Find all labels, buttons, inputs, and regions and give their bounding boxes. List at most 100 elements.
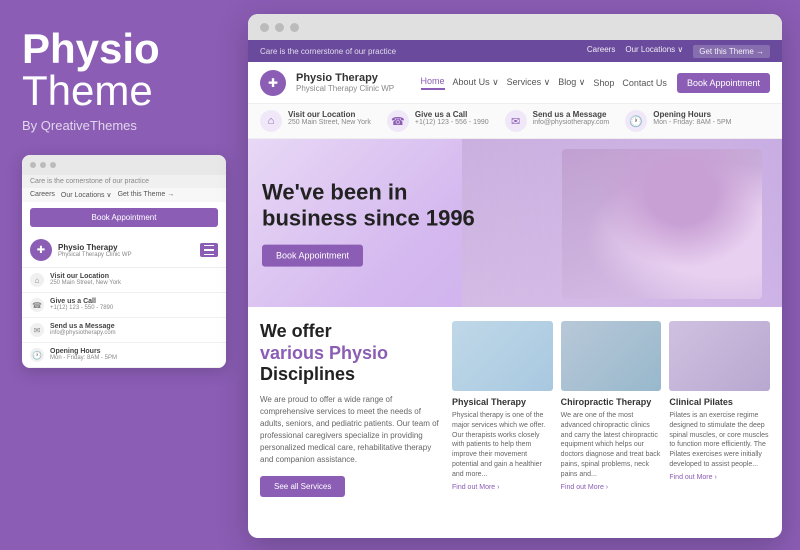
main-browser: Care is the cornerstone of our practice … — [248, 14, 782, 538]
topbar-locations[interactable]: Our Locations ∨ — [625, 45, 683, 58]
mini-phone-label: Give us a Call — [50, 298, 113, 305]
mini-nav-gettheme[interactable]: Get this Theme → — [118, 191, 175, 199]
email-icon: ✉ — [30, 323, 44, 337]
dot-1 — [30, 162, 36, 168]
site-nav: Home About Us ∨ Services ∨ Blog ∨ Shop C… — [421, 76, 667, 90]
mini-nav-careers[interactable]: Careers — [30, 191, 55, 199]
menu-icon[interactable] — [200, 243, 218, 257]
find-out-more-2[interactable]: Find out More › — [561, 484, 662, 491]
see-services-button[interactable]: See all Services — [260, 476, 345, 497]
services-section: We offer various Physio Disciplines We a… — [248, 307, 782, 511]
service-cards: Physical Therapy Physical therapy is one… — [452, 321, 770, 497]
topbar-tagline: Care is the cornerstone of our practice — [260, 47, 587, 56]
mini-hours-label: Opening Hours — [50, 348, 117, 355]
dot-2 — [40, 162, 46, 168]
info-phone-icon: ☎ — [387, 110, 409, 132]
info-email-value: info@physiotherapy.com — [533, 119, 610, 126]
service-card-physical: Physical Therapy Physical therapy is one… — [452, 321, 553, 497]
site-logo-name: Physio Therapy — [296, 72, 394, 84]
services-left: We offer various Physio Disciplines We a… — [260, 321, 440, 497]
mini-brand-sub: Physical Therapy Clinic WP — [58, 252, 132, 258]
mini-header: ✚ Physio Therapy Physical Therapy Clinic… — [22, 233, 226, 268]
services-title-line2: various Physio — [260, 343, 388, 363]
services-title: We offer various Physio Disciplines — [260, 321, 440, 386]
site-logo-icon: ✚ — [260, 70, 286, 96]
info-bar: ⌂ Visit our Location 250 Main Street, Ne… — [248, 104, 782, 139]
topbar-careers[interactable]: Careers — [587, 45, 615, 58]
services-title-line1: We offer — [260, 321, 332, 341]
nav-blog[interactable]: Blog ∨ — [558, 77, 585, 88]
hero-image — [562, 149, 762, 299]
location-icon: ⌂ — [30, 273, 44, 287]
main-dot-1 — [260, 23, 269, 32]
hero-content: We've been in business since 1996 Book A… — [262, 180, 482, 267]
info-location-label: Visit our Location — [288, 110, 371, 119]
site-logo-sub: Physical Therapy Clinic WP — [296, 84, 394, 93]
dot-3 — [50, 162, 56, 168]
mini-topbar-text: Care is the cornerstone of our practice — [22, 175, 226, 188]
nav-services[interactable]: Services ∨ — [507, 77, 551, 88]
menu-line-1 — [204, 245, 214, 247]
clock-icon: 🕐 — [30, 348, 44, 362]
info-location-icon: ⌂ — [260, 110, 282, 132]
info-phone-label: Give us a Call — [415, 110, 489, 119]
service-card-title-3: Clinical Pilates — [669, 397, 770, 407]
nav-home[interactable]: Home — [421, 76, 445, 90]
service-card-title-1: Physical Therapy — [452, 397, 553, 407]
hero-title: We've been in business since 1996 — [262, 180, 482, 233]
nav-contact[interactable]: Contact Us — [622, 78, 667, 88]
brand-theme: Theme — [22, 70, 226, 112]
mini-email-value: info@physiotherapy.com — [50, 330, 116, 336]
nav-about[interactable]: About Us ∨ — [453, 77, 499, 88]
mini-email-label: Send us a Message — [50, 323, 116, 330]
main-browser-bar — [248, 14, 782, 40]
service-card-pilates: Clinical Pilates Pilates is an exercise … — [669, 321, 770, 497]
mini-avatar: ✚ — [30, 239, 52, 261]
mini-book-button[interactable]: Book Appointment — [30, 208, 218, 227]
mini-brand-text: Physio Therapy Physical Therapy Clinic W… — [58, 243, 132, 258]
services-description: We are proud to offer a wide range of co… — [260, 394, 440, 466]
main-dot-3 — [290, 23, 299, 32]
mini-location-value: 250 Main Street, New York — [50, 280, 121, 286]
info-hours-value: Mon - Friday: 8AM - 5PM — [653, 119, 731, 126]
info-email: ✉ Send us a Message info@physiotherapy.c… — [505, 110, 610, 132]
brand-physio: Physio — [22, 28, 226, 70]
menu-line-3 — [204, 254, 214, 256]
mini-phone-value: +1(12) 123 - 550 - 7890 — [50, 305, 113, 311]
info-hours: 🕐 Opening Hours Mon - Friday: 8AM - 5PM — [625, 110, 731, 132]
service-card-desc-3: Pilates is an exercise regime designed t… — [669, 411, 770, 470]
site-header: ✚ Physio Therapy Physical Therapy Clinic… — [248, 62, 782, 104]
info-hours-label: Opening Hours — [653, 110, 731, 119]
brand-heading: Physio Theme By QreativeThemes — [22, 28, 226, 133]
find-out-more-1[interactable]: Find out More › — [452, 484, 553, 491]
header-book-button[interactable]: Book Appointment — [677, 73, 770, 93]
menu-line-2 — [204, 249, 214, 251]
mini-browser-bar — [22, 155, 226, 175]
service-card-desc-2: We are one of the most advanced chiropra… — [561, 411, 662, 480]
info-hours-icon: 🕐 — [625, 110, 647, 132]
mini-nav: Careers Our Locations ∨ Get this Theme → — [22, 188, 226, 202]
mini-location-label: Visit our Location — [50, 273, 121, 280]
mini-email-row: ✉ Send us a Message info@physiotherapy.c… — [22, 318, 226, 343]
hero-image-inner — [562, 149, 762, 299]
services-title-line3: Disciplines — [260, 364, 355, 384]
nav-shop[interactable]: Shop — [593, 78, 614, 88]
find-out-more-3[interactable]: Find out More › — [669, 474, 770, 481]
site-topbar: Care is the cornerstone of our practice … — [248, 40, 782, 62]
info-phone-value: +1(12) 123 - 556 - 1990 — [415, 119, 489, 126]
hero-cta-button[interactable]: Book Appointment — [262, 244, 363, 266]
topbar-nav: Careers Our Locations ∨ Get this Theme → — [587, 45, 770, 58]
main-dot-2 — [275, 23, 284, 32]
service-card-desc-1: Physical therapy is one of the major ser… — [452, 411, 553, 480]
info-location: ⌂ Visit our Location 250 Main Street, Ne… — [260, 110, 371, 132]
left-panel: Physio Theme By QreativeThemes Care is t… — [0, 0, 248, 550]
mini-browser: Care is the cornerstone of our practice … — [22, 155, 226, 368]
mini-hours-row: 🕐 Opening Hours Mon - Friday: 8AM - 5PM — [22, 343, 226, 368]
info-location-value: 250 Main Street, New York — [288, 119, 371, 126]
phone-icon: ☎ — [30, 298, 44, 312]
service-card-img-1 — [452, 321, 553, 391]
mini-nav-locations[interactable]: Our Locations ∨ — [61, 191, 112, 199]
info-phone: ☎ Give us a Call +1(12) 123 - 556 - 1990 — [387, 110, 489, 132]
mini-phone-row: ☎ Give us a Call +1(12) 123 - 550 - 7890 — [22, 293, 226, 318]
topbar-gettheme[interactable]: Get this Theme → — [693, 45, 770, 58]
